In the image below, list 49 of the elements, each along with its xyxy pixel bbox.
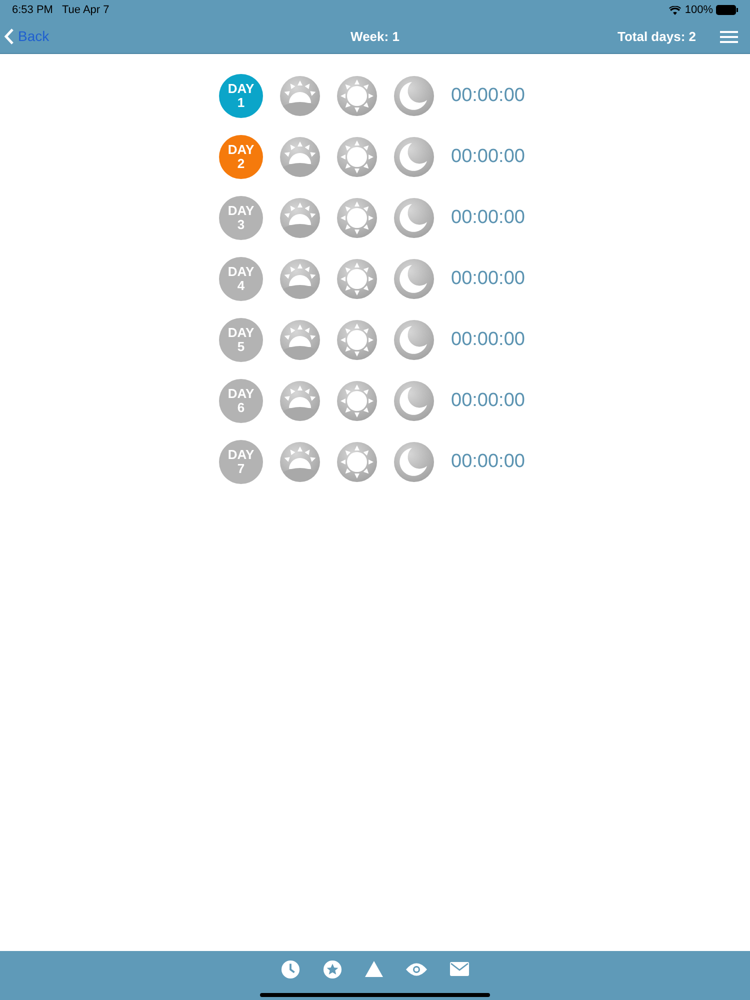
- battery-percent: 100%: [684, 2, 713, 18]
- moon-icon[interactable]: [394, 198, 434, 238]
- moon-icon[interactable]: [394, 76, 434, 116]
- timer-text: 00:00:00: [451, 84, 526, 108]
- sunrise-icon[interactable]: [280, 137, 320, 177]
- sunrise-icon[interactable]: [280, 259, 320, 299]
- timer-text: 00:00:00: [451, 206, 526, 230]
- sunrise-icon[interactable]: [280, 381, 320, 421]
- timer-text: 00:00:00: [451, 144, 526, 169]
- sunrise-icon[interactable]: [280, 442, 320, 482]
- wifi-icon: [668, 6, 681, 14]
- sunrise-icon[interactable]: [280, 320, 320, 360]
- day-badge[interactable]: DAY 7: [219, 440, 263, 484]
- day-badge[interactable]: DAY 1: [219, 74, 263, 118]
- battery-icon: [716, 5, 738, 15]
- sun-icon[interactable]: [337, 137, 377, 177]
- day-badge[interactable]: DAY 4: [219, 257, 263, 301]
- timer-text: 00:00:00: [451, 328, 526, 352]
- eye-icon[interactable]: [406, 962, 427, 976]
- sun-icon[interactable]: [337, 76, 377, 116]
- nav-title: Week: 1: [350, 28, 400, 46]
- day-badge[interactable]: DAY 6: [219, 379, 263, 423]
- moon-icon[interactable]: [394, 259, 434, 299]
- timer-text: 00:00:00: [451, 388, 526, 413]
- menu-button[interactable]: [720, 30, 738, 42]
- sunrise-icon[interactable]: [280, 198, 320, 238]
- total-days: Total days: 2: [617, 26, 696, 46]
- status-time: 6:53 PM: [12, 2, 53, 18]
- day-badge[interactable]: DAY 5: [219, 318, 263, 362]
- sunrise-icon[interactable]: [280, 76, 320, 116]
- sun-icon[interactable]: [337, 198, 377, 238]
- chevron-left-icon: [4, 28, 14, 45]
- moon-icon[interactable]: [394, 381, 434, 421]
- timer-text: 00:00:00: [451, 450, 526, 474]
- day-badge[interactable]: DAY 3: [219, 196, 263, 240]
- moon-icon[interactable]: [394, 320, 434, 360]
- sun-icon[interactable]: [337, 442, 377, 482]
- sun-icon[interactable]: [337, 320, 377, 360]
- status-date: Tue Apr 7: [62, 2, 110, 18]
- clock-icon[interactable]: [281, 960, 300, 978]
- mail-icon[interactable]: [450, 962, 469, 976]
- moon-icon[interactable]: [394, 137, 434, 177]
- triangle-icon[interactable]: [365, 961, 383, 977]
- timer-text: 00:00:00: [451, 266, 526, 291]
- day-badge[interactable]: DAY 2: [219, 135, 263, 179]
- moon-icon[interactable]: [394, 442, 434, 482]
- back-button[interactable]: Back: [4, 26, 50, 47]
- sun-icon[interactable]: [337, 381, 377, 421]
- sun-icon[interactable]: [337, 259, 377, 299]
